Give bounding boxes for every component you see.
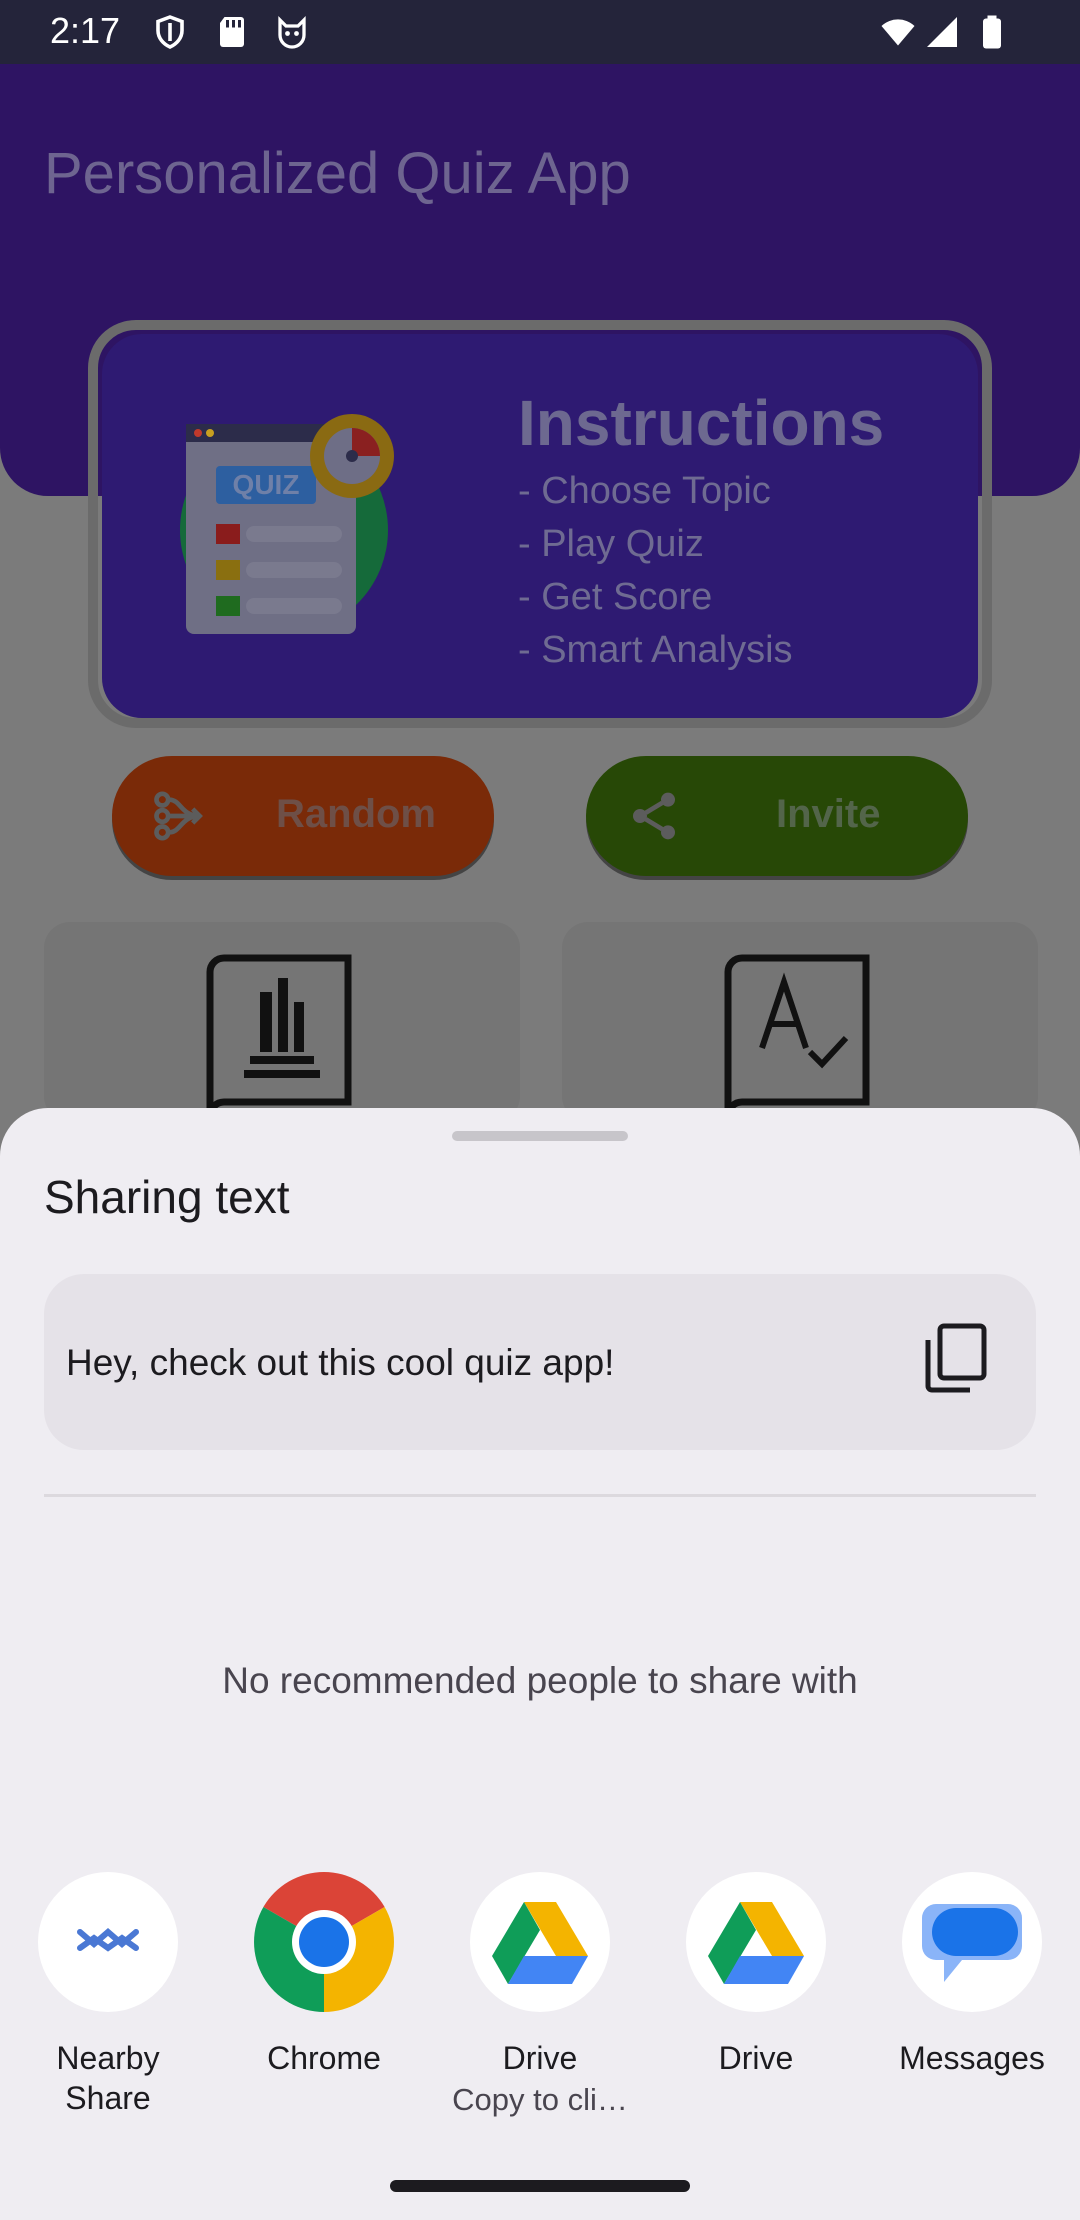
share-target-nearby-share[interactable]: Nearby Share: [0, 1872, 216, 2132]
nearby-share-icon: [77, 1928, 139, 1952]
share-target-drive-copy[interactable]: Drive Copy to cli…: [432, 1872, 648, 2132]
instruction-line: - Get Score: [518, 576, 713, 618]
no-recommendations-text: No recommended people to share with: [222, 1660, 858, 1701]
share-target-label: Drive: [502, 2040, 578, 2076]
quiz-illustration-text: QUIZ: [233, 469, 300, 500]
share-target-sublabel: Copy to cli…: [452, 2082, 628, 2117]
random-button[interactable]: Random: [112, 756, 494, 876]
instruction-line: - Choose Topic: [518, 470, 771, 512]
random-button-label: Random: [276, 792, 436, 836]
copy-icon[interactable]: [920, 1322, 990, 1394]
category-tile[interactable]: [562, 922, 1038, 1122]
wifi-icon: [881, 19, 915, 46]
category-tile[interactable]: [44, 922, 520, 1122]
cat-icon: [278, 16, 306, 49]
instructions-title: Instructions: [518, 387, 885, 459]
book-icon: [206, 954, 352, 1122]
shared-text: Hey, check out this cool quiz app!: [66, 1342, 615, 1383]
messages-icon: [922, 1904, 1022, 1982]
share-target-label: Chrome: [267, 2040, 381, 2076]
drive-icon: [492, 1902, 588, 1984]
app-title: Personalized Quiz App: [44, 141, 631, 206]
instruction-line: - Play Quiz: [518, 523, 704, 565]
share-target-label: Nearby Share: [56, 2040, 160, 2116]
signal-icon: [927, 17, 957, 47]
chrome-icon: [254, 1872, 394, 2012]
invite-button[interactable]: Invite: [586, 756, 968, 876]
shield-icon: [156, 15, 184, 49]
drive-icon: [708, 1902, 804, 1984]
grammar-book-icon: [724, 954, 870, 1122]
status-bar: 2:17: [0, 0, 1080, 64]
quiz-illustration-icon: QUIZ: [180, 414, 394, 634]
shuffle-icon: [154, 791, 203, 841]
battery-icon: [983, 15, 1001, 49]
share-icon: [633, 792, 675, 840]
sd-card-icon: [220, 17, 244, 47]
instruction-line: - Smart Analysis: [518, 629, 793, 671]
share-target-label: Drive: [718, 2040, 794, 2076]
gesture-nav-bar[interactable]: [390, 2180, 690, 2192]
drag-handle[interactable]: [452, 1131, 628, 1141]
share-target-label: Messages: [899, 2040, 1045, 2076]
invite-button-label: Invite: [776, 792, 881, 836]
share-target-chrome[interactable]: Chrome: [216, 1872, 432, 2132]
share-target-drive[interactable]: Drive: [648, 1872, 864, 2132]
divider: [44, 1494, 1036, 1497]
sheet-title: Sharing text: [44, 1171, 290, 1223]
share-target-messages[interactable]: Messages: [864, 1872, 1080, 2132]
status-time: 2:17: [50, 10, 121, 51]
